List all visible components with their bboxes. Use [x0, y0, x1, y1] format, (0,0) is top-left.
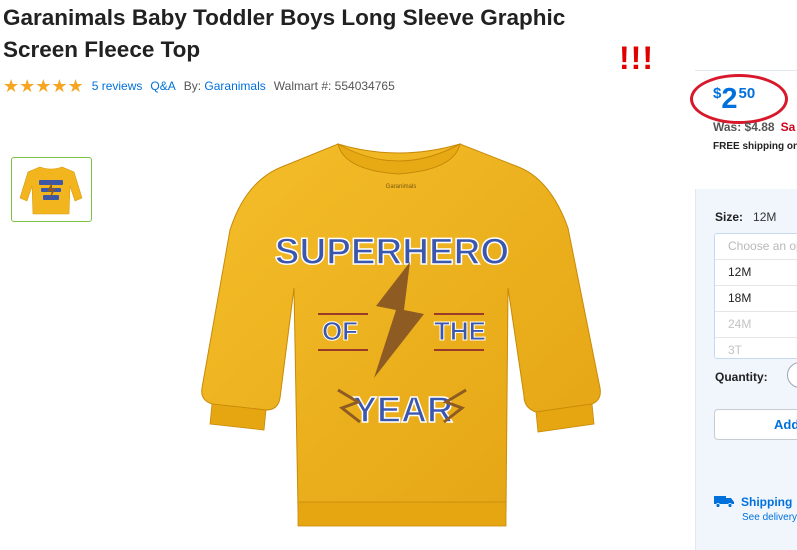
brand-link[interactable]: Garanimals — [204, 79, 265, 93]
product-main-image: Garanimals SUPERHERO OF THE YEAR — [201, 143, 601, 527]
product-thumbnail[interactable] — [11, 157, 92, 222]
size-option-18m[interactable]: 18M — [715, 285, 797, 311]
reviews-link[interactable]: 5 reviews — [92, 79, 143, 93]
walmart-number: 554034765 — [334, 79, 395, 93]
size-option-3t[interactable]: 3T — [715, 337, 797, 358]
thumbnail-shirt-image — [19, 166, 83, 215]
see-delivery-link[interactable]: See delivery — [742, 512, 797, 523]
graphic-text-the: THE — [434, 316, 486, 346]
graphic-text-superhero: SUPERHERO — [275, 231, 509, 272]
size-placeholder[interactable]: Choose an op — [715, 234, 797, 259]
save-text: Sa — [780, 120, 796, 134]
qa-link[interactable]: Q&A — [150, 79, 175, 93]
product-meta: ★★★★★ 5 reviews Q&A By: Garanimals Walma… — [3, 76, 395, 96]
size-dropdown[interactable]: Choose an op 12M 18M 24M 3T — [714, 233, 797, 359]
size-value: 12M — [753, 210, 777, 224]
size-option-12m[interactable]: 12M — [715, 259, 797, 285]
walmart-label: Walmart #: — [273, 79, 332, 93]
shipping-label[interactable]: Shipping — [741, 495, 792, 509]
free-shipping-text: FREE shipping on — [713, 141, 797, 152]
annotation-exclaim: !!! — [619, 40, 654, 76]
size-option-24m[interactable]: 24M — [715, 311, 797, 337]
product-title: Garanimals Baby Toddler Boys Long Sleeve… — [3, 5, 566, 62]
shirt-tag-text: Garanimals — [386, 184, 417, 190]
was-price-text: Was: $4.88 — [713, 120, 775, 134]
add-to-cart-button[interactable]: Add — [714, 409, 797, 440]
by-label: By: — [183, 79, 202, 93]
annotation-circle — [690, 74, 788, 124]
truck-icon — [714, 496, 734, 508]
graphic-text-of: OF — [322, 316, 358, 346]
size-row: Size: 12M — [715, 210, 776, 224]
was-price: Was: $4.88 Sa — [713, 120, 795, 134]
graphic-text-year: YEAR — [353, 389, 453, 430]
quantity-label: Quantity: — [715, 370, 768, 384]
rating-stars[interactable]: ★★★★★ — [3, 77, 84, 95]
size-label: Size: — [715, 210, 744, 224]
